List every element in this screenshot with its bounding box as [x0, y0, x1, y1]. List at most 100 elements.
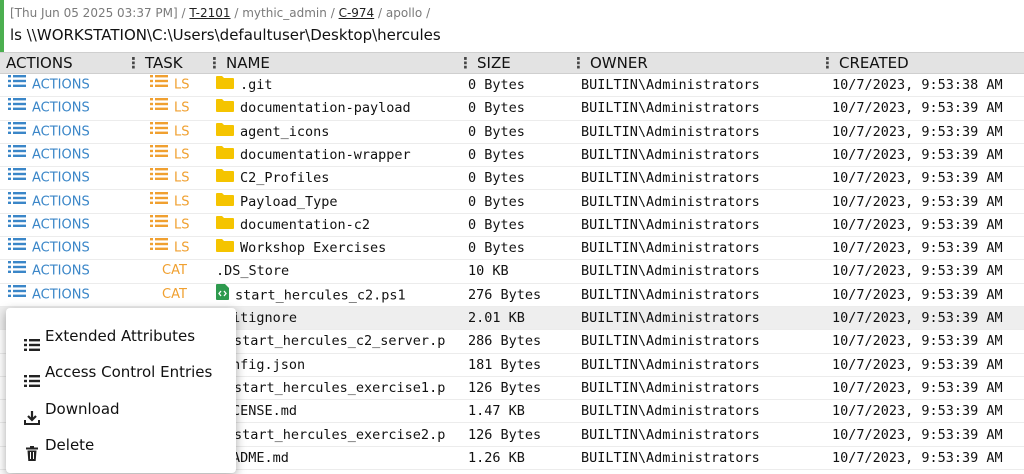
row-actions-button[interactable]: ACTIONS [8, 97, 128, 119]
row-task-button[interactable]: LS [150, 214, 210, 236]
table-row[interactable]: ACTIONS LS C2_Profiles 0 Bytes BUILTIN\Admin… [0, 167, 1024, 191]
table-row[interactable]: ACTIONS LS agent_icons 0 Bytes BUILTIN\Admin… [0, 121, 1024, 144]
file-name[interactable]: documentation-wrapper [216, 144, 464, 166]
row-task-button[interactable]: LS [150, 144, 210, 166]
row-task-button[interactable]: LS [150, 167, 210, 189]
row-actions-button[interactable]: ACTIONS [8, 167, 128, 189]
table-row[interactable]: ACTIONS LS documentation-c2 0 Bytes BUILTIN\… [0, 214, 1024, 238]
column-header-owner[interactable]: ⋮ OWNER [571, 53, 648, 73]
column-header-actions[interactable]: ACTIONS [6, 53, 73, 73]
file-size: 126 Bytes [468, 426, 542, 443]
row-task-button[interactable]: LS [150, 191, 210, 213]
file-size: 0 Bytes [468, 193, 525, 210]
file-name[interactable]: CENSE.md [232, 400, 480, 422]
list-icon [8, 260, 26, 282]
script-file-icon [216, 283, 229, 306]
agent-name: apollo [385, 6, 423, 20]
row-task-button[interactable]: CAT [162, 260, 222, 282]
table-row[interactable]: ACTIONS CAT start_hercules_c2.ps1 276 Bytes… [0, 283, 1024, 307]
column-resize-handle[interactable]: ⋮ [571, 54, 586, 72]
file-created: 10/7/2023, 9:53:39 AM [832, 379, 1003, 396]
row-task-button[interactable]: CAT [162, 284, 222, 306]
row-actions-button[interactable]: ACTIONS [8, 284, 128, 306]
file-owner: BUILTIN\Administrators [581, 170, 760, 187]
file-name[interactable]: nfig.json [232, 354, 480, 376]
list-icon [8, 237, 26, 259]
file-name[interactable]: itignore [232, 307, 480, 329]
file-size: 1.47 KB [468, 403, 525, 420]
table-row[interactable]: ACTIONS LS documentation-payload 0 Bytes BUI… [0, 97, 1024, 121]
file-name[interactable]: agent_icons [216, 121, 464, 143]
column-header-created[interactable]: ⋮ CREATED [820, 53, 909, 73]
folder-icon [216, 191, 234, 213]
column-resize-handle[interactable]: ⋮ [126, 54, 141, 72]
column-header-size[interactable]: ⋮ SIZE [458, 53, 511, 73]
file-name[interactable]: start_hercules_c2_server.p [234, 330, 482, 352]
table-row[interactable]: ACTIONS LS Workshop Exercises 0 Bytes BUILTI… [0, 237, 1024, 261]
file-name[interactable]: Payload_Type [216, 191, 464, 213]
file-created: 10/7/2023, 9:53:39 AM [832, 356, 1003, 373]
file-name[interactable]: start_hercules_exercise1.p [234, 377, 482, 399]
file-owner: BUILTIN\Administrators [581, 77, 760, 93]
row-actions-button[interactable]: ACTIONS [8, 121, 128, 143]
file-size: 0 Bytes [468, 240, 525, 257]
column-resize-handle[interactable]: ⋮ [207, 54, 222, 72]
task-timestamp: [Thu Jun 05 2025 03:37 PM] [10, 6, 178, 20]
file-name[interactable]: documentation-payload [216, 97, 464, 119]
file-created: 10/7/2023, 9:53:39 AM [832, 193, 1003, 210]
column-header-name[interactable]: ⋮ NAME [207, 53, 270, 73]
row-actions-button[interactable]: ACTIONS [8, 144, 128, 166]
list-icon [150, 74, 168, 96]
table-header: ACTIONS ⋮ TASK ⋮ NAME ⋮ SIZE ⋮ OWNER ⋮ CREATE… [0, 52, 1024, 74]
file-owner: BUILTIN\Administrators [581, 310, 760, 326]
task-id-link[interactable]: T-2101 [189, 6, 230, 20]
file-name[interactable]: .git [216, 74, 464, 96]
folder-icon [216, 121, 234, 143]
row-task-button[interactable]: LS [150, 237, 210, 259]
row-actions-button[interactable]: ACTIONS [8, 214, 128, 236]
list-icon [150, 121, 168, 143]
file-owner: BUILTIN\Administrators [581, 333, 760, 350]
file-owner: BUILTIN\Administrators [581, 403, 760, 420]
file-owner: BUILTIN\Administrators [581, 193, 760, 210]
table-row[interactable]: ACTIONS LS .git 0 Bytes BUILTIN\Administrato… [0, 74, 1024, 98]
file-name[interactable]: start_hercules_c2.ps1 [216, 283, 464, 306]
folder-icon [216, 97, 234, 119]
table-row[interactable]: ACTIONS CAT .DS_Store 10 KB BUILTIN\Administ… [0, 260, 1024, 284]
menu-item-extended-attributes[interactable]: Extended Attributes [6, 318, 236, 354]
file-size: 0 Bytes [468, 77, 525, 93]
row-actions-button[interactable]: ACTIONS [8, 191, 128, 213]
row-task-button[interactable]: LS [150, 74, 210, 96]
column-resize-handle[interactable]: ⋮ [458, 54, 473, 72]
menu-item-access-control-entries[interactable]: Access Control Entries [6, 354, 236, 390]
file-name[interactable]: .DS_Store [216, 260, 464, 282]
callback-id-link[interactable]: C-974 [339, 6, 375, 20]
file-created: 10/7/2023, 9:53:39 AM [832, 426, 1003, 443]
list-icon [150, 191, 168, 213]
file-name[interactable]: documentation-c2 [216, 214, 464, 236]
file-created: 10/7/2023, 9:53:39 AM [832, 263, 1003, 280]
row-actions-button[interactable]: ACTIONS [8, 260, 128, 282]
file-owner: BUILTIN\Administrators [581, 426, 760, 443]
file-created: 10/7/2023, 9:53:39 AM [832, 170, 1003, 187]
menu-item-delete[interactable]: Delete [6, 427, 236, 463]
file-name[interactable]: Workshop Exercises [216, 237, 464, 259]
row-task-button[interactable]: LS [150, 121, 210, 143]
file-owner: BUILTIN\Administrators [581, 379, 760, 396]
row-actions-button[interactable]: ACTIONS [8, 74, 128, 96]
file-size: 181 Bytes [468, 356, 542, 373]
menu-item-download[interactable]: Download [6, 391, 236, 427]
table-row[interactable]: ACTIONS LS documentation-wrapper 0 Bytes BUI… [0, 144, 1024, 168]
folder-icon [216, 167, 234, 189]
file-name[interactable]: start_hercules_exercise2.p [234, 424, 482, 446]
list-icon [8, 144, 26, 166]
column-resize-handle[interactable]: ⋮ [820, 54, 835, 72]
file-owner: BUILTIN\Administrators [581, 123, 760, 140]
table-row[interactable]: ACTIONS LS Payload_Type 0 Bytes BUILTIN\Admi… [0, 191, 1024, 214]
file-name[interactable]: ADME.md [232, 447, 480, 469]
column-header-task[interactable]: ⋮ TASK [126, 53, 183, 73]
file-created: 10/7/2023, 9:53:39 AM [832, 449, 1003, 466]
row-task-button[interactable]: LS [150, 97, 210, 119]
row-actions-button[interactable]: ACTIONS [8, 237, 128, 259]
file-name[interactable]: C2_Profiles [216, 167, 464, 189]
